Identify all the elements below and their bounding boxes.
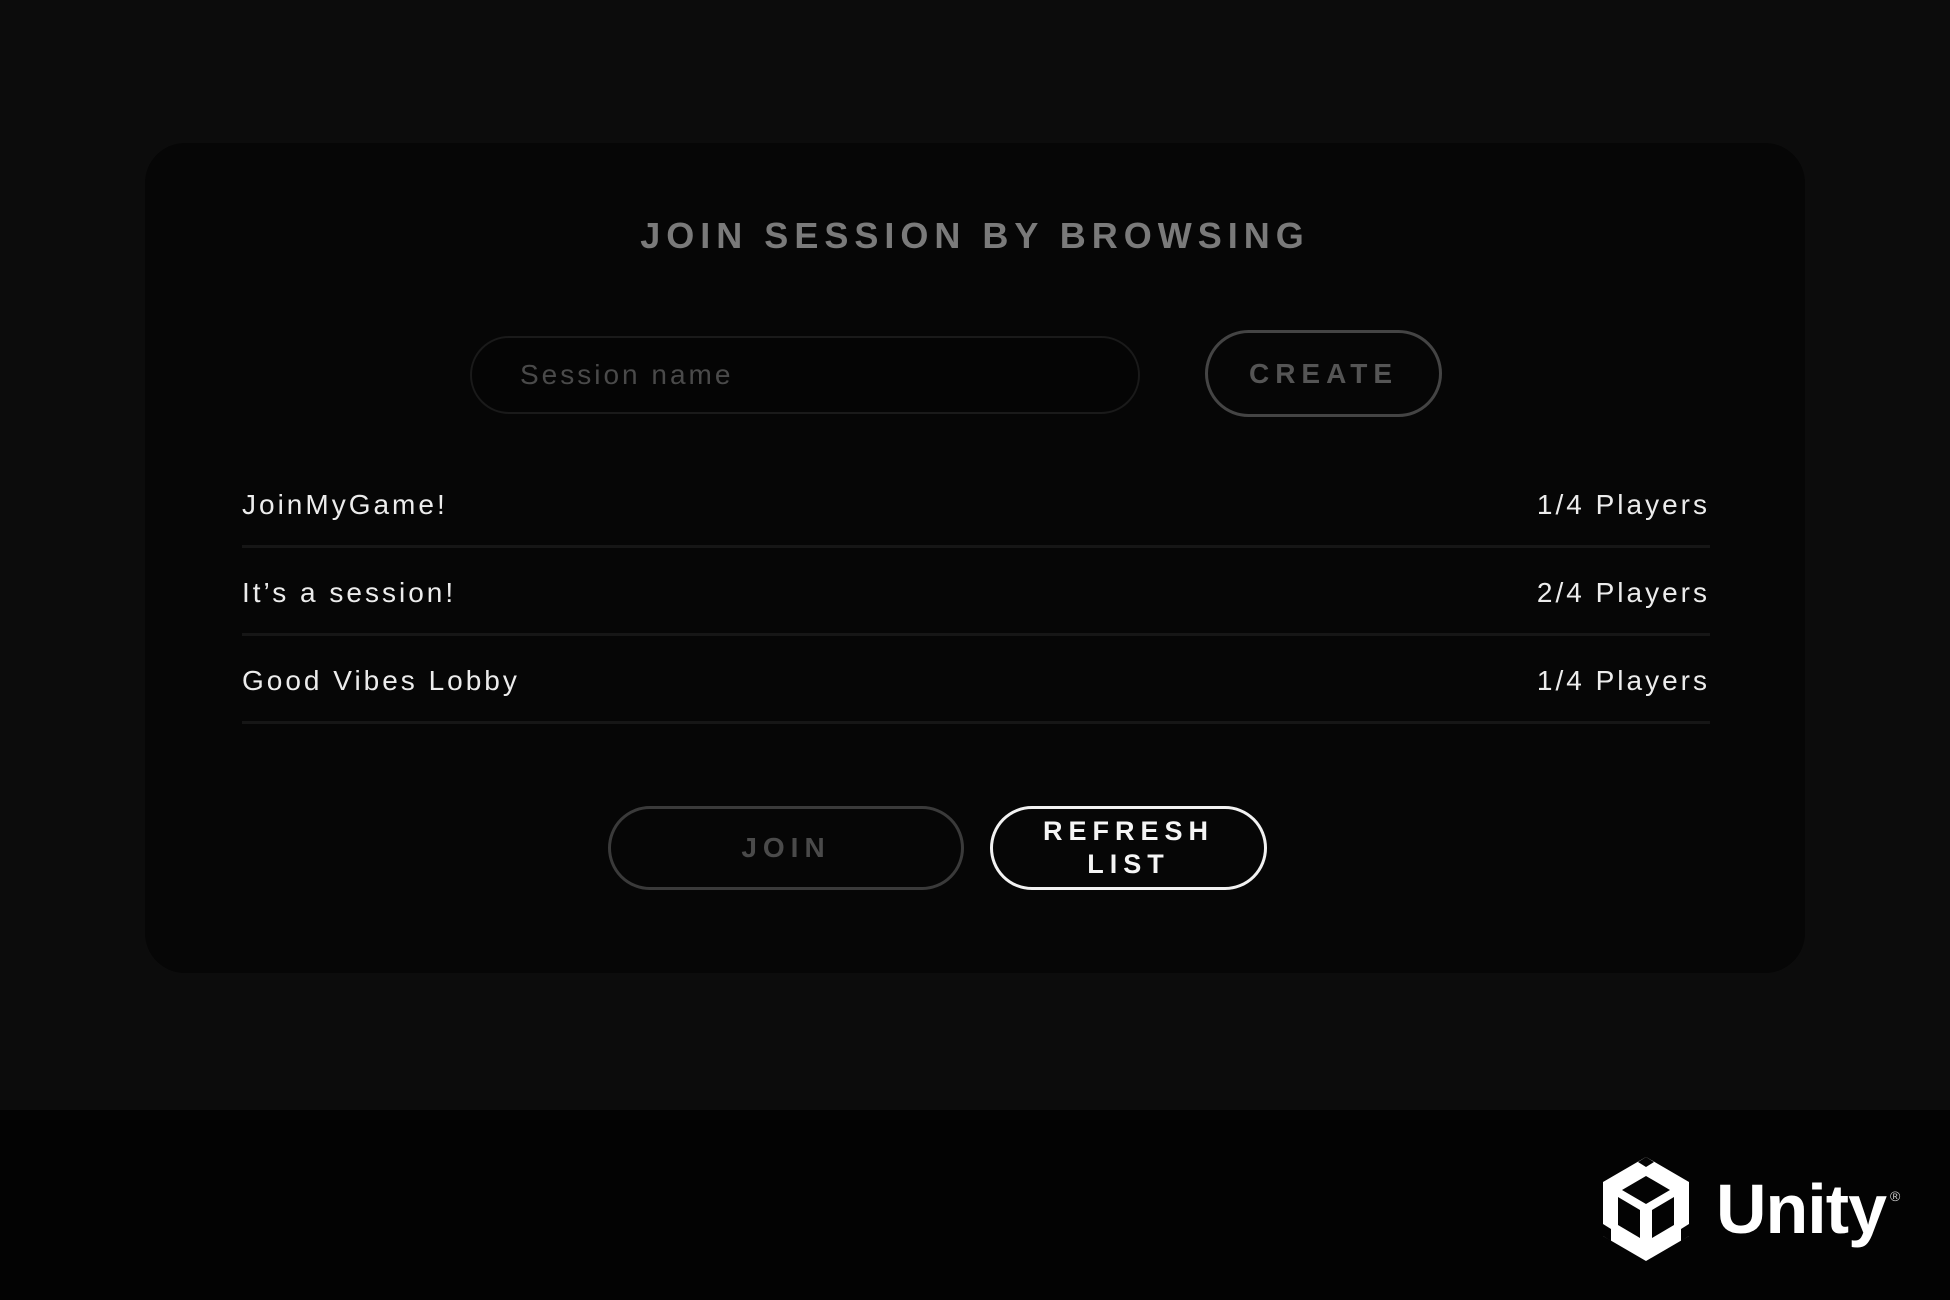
session-name: JoinMyGame!	[242, 489, 448, 520]
session-row[interactable]: JoinMyGame! 1/4 Players	[242, 460, 1710, 548]
session-player-count: 2/4 Players	[1536, 577, 1710, 608]
session-player-count: 1/4 Players	[1536, 489, 1710, 520]
registered-mark: ®	[1890, 1188, 1901, 1204]
refresh-list-button[interactable]: REFRESH LIST	[990, 806, 1267, 890]
dialog-title: JOIN SESSION BY BROWSING	[640, 215, 1310, 256]
unity-logo: Unity ®	[1596, 1154, 1916, 1264]
session-name-input[interactable]	[470, 336, 1140, 414]
session-name: It’s a session!	[242, 577, 457, 608]
session-player-count: 1/4 Players	[1536, 665, 1710, 696]
unity-cube-icon	[1603, 1157, 1689, 1261]
unity-wordmark: Unity	[1716, 1170, 1887, 1248]
session-name: Good Vibes Lobby	[242, 665, 520, 696]
session-row[interactable]: It’s a session! 2/4 Players	[242, 548, 1710, 636]
session-row[interactable]: Good Vibes Lobby 1/4 Players	[242, 636, 1710, 724]
session-list: JoinMyGame! 1/4 Players It’s a session! …	[242, 460, 1710, 724]
create-button[interactable]: CREATE	[1205, 330, 1442, 417]
join-button[interactable]: JOIN	[608, 806, 964, 890]
